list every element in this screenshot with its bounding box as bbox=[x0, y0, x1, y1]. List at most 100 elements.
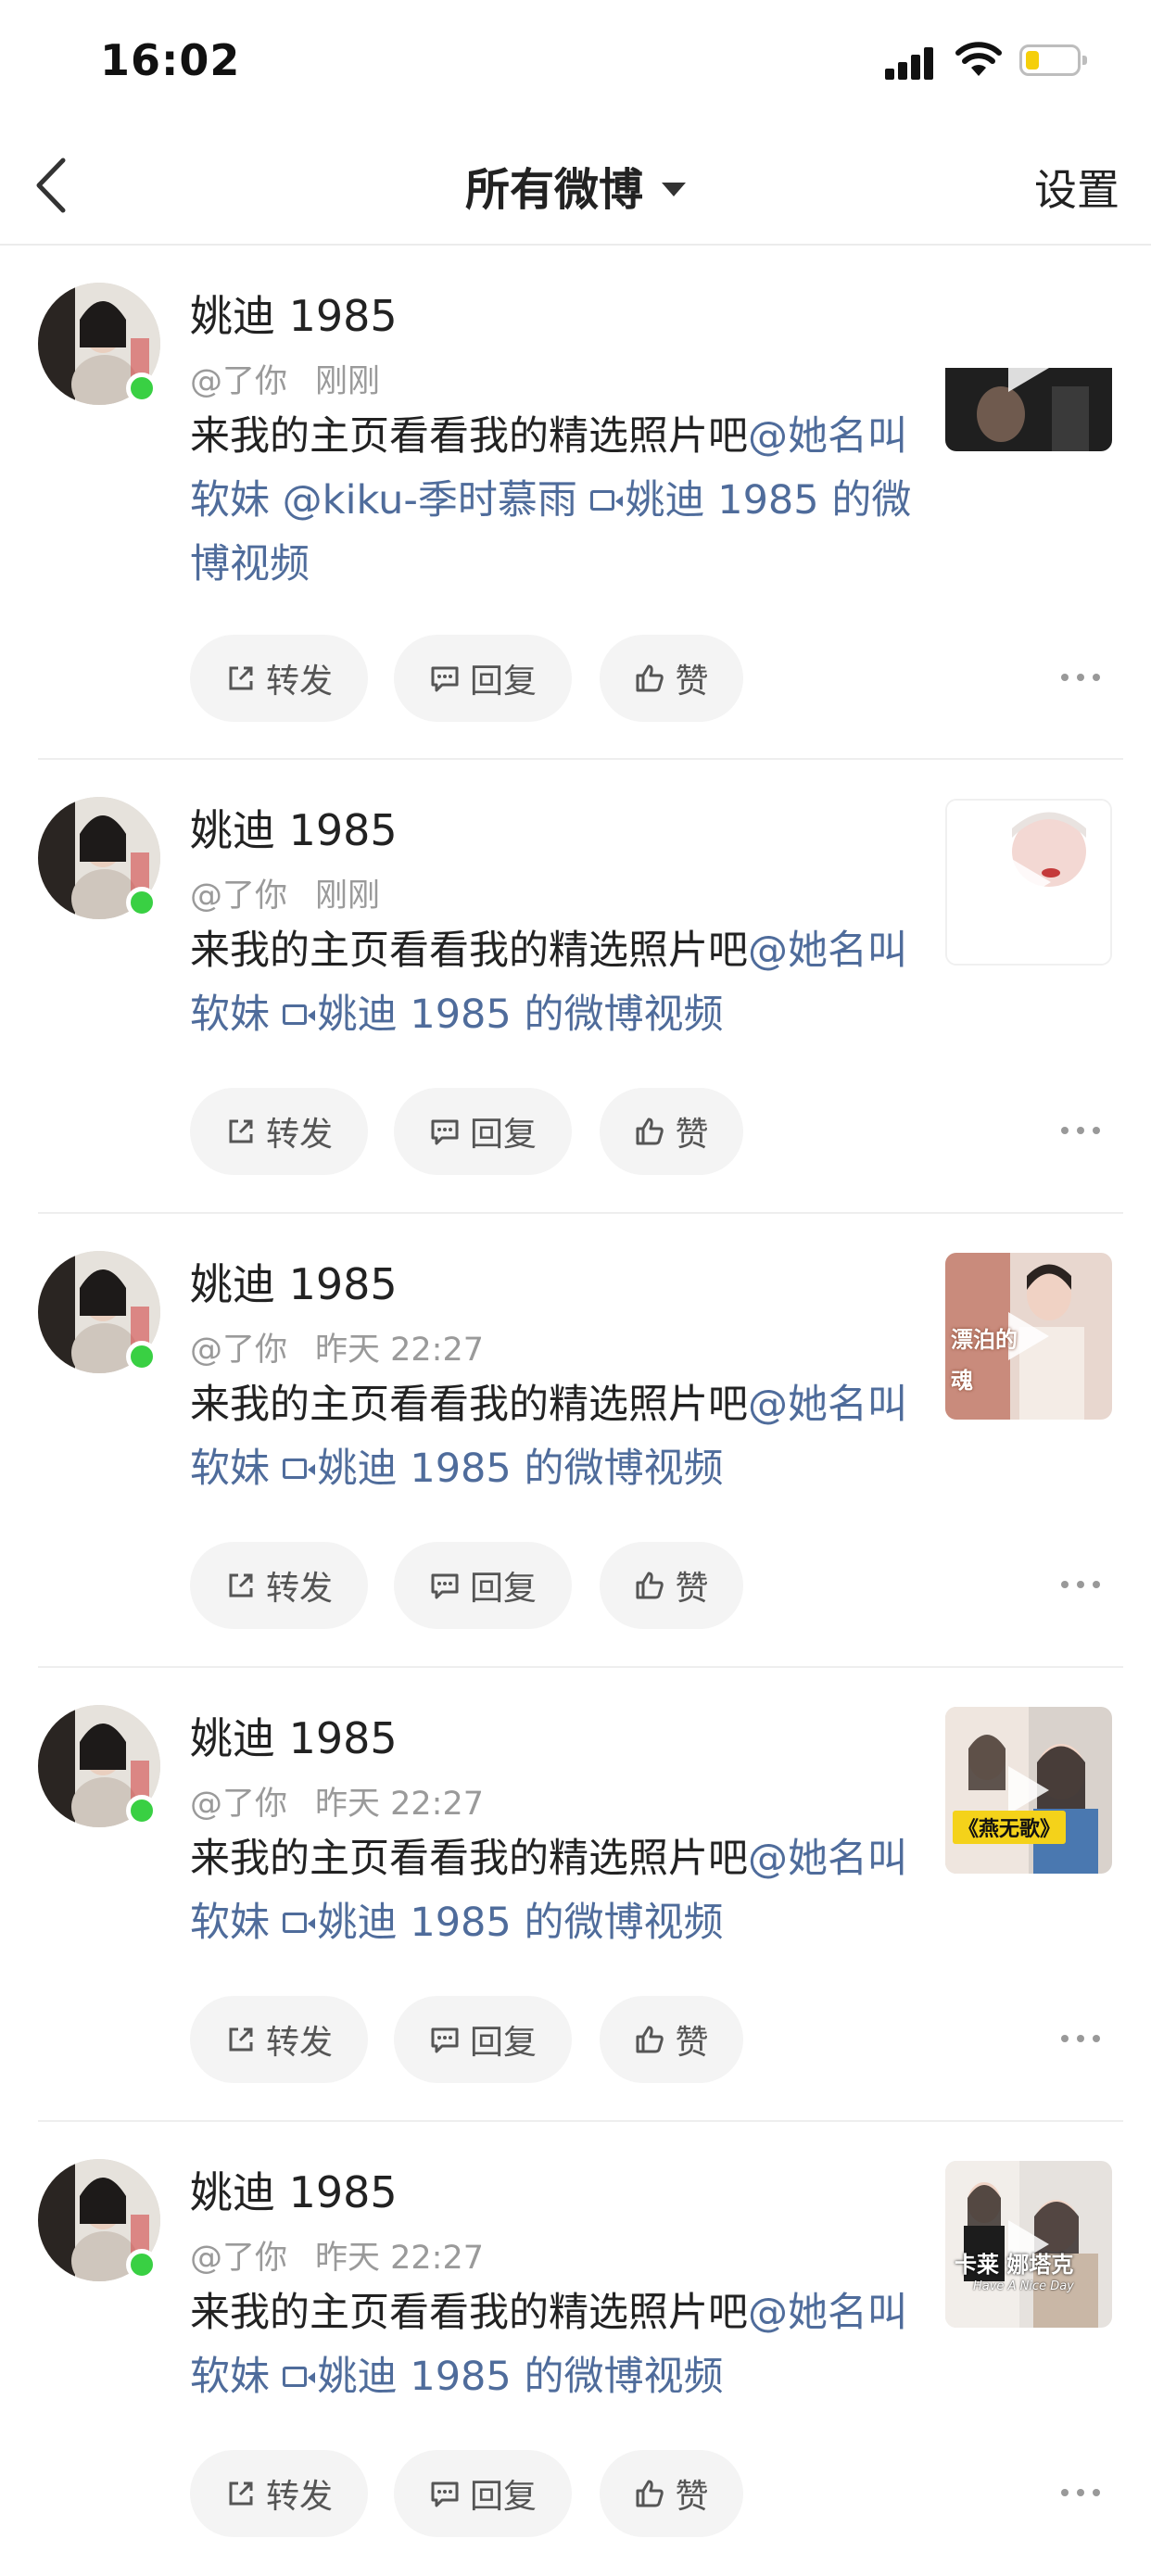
video-link[interactable]: 姚迪 1985 的微博视频 bbox=[282, 2354, 724, 2400]
thumbnail-caption: 漂泊的魂 bbox=[951, 1327, 1018, 1394]
reply-button[interactable]: 回复 bbox=[394, 1542, 572, 1629]
like-label: 赞 bbox=[675, 1116, 709, 1154]
post-time: 刚刚 bbox=[315, 878, 381, 915]
video-camera-icon bbox=[282, 1004, 315, 1025]
repost-label: 转发 bbox=[265, 663, 333, 701]
video-link-label: 姚迪 1985 的微博视频 bbox=[317, 1900, 724, 1946]
play-icon bbox=[1010, 858, 1051, 906]
thumbs-up-icon bbox=[636, 2026, 664, 2053]
video-thumbnail[interactable]: 卡莱 娜塔克 Have A Nice Day bbox=[945, 2161, 1112, 2328]
post-meta: @了你 刚刚 bbox=[190, 869, 380, 916]
more-options-icon[interactable] bbox=[1061, 1118, 1107, 1145]
post-actions: 转发 回复 赞 bbox=[190, 1542, 1117, 1629]
battery-icon bbox=[1019, 44, 1087, 76]
reply-button[interactable]: 回复 bbox=[394, 1996, 572, 2083]
post-author-name[interactable]: 姚迪 1985 bbox=[190, 1251, 398, 1312]
like-button[interactable]: 赞 bbox=[600, 2450, 743, 2537]
video-link-label: 姚迪 1985 的微博视频 bbox=[317, 1446, 724, 1492]
share-icon bbox=[229, 1573, 253, 1597]
video-link[interactable]: 姚迪 1985 的微博视频 bbox=[282, 991, 724, 1038]
repost-button[interactable]: 转发 bbox=[190, 1088, 368, 1175]
comment-icon bbox=[431, 2027, 459, 2053]
mention-tag: @了你 bbox=[190, 1332, 288, 1369]
thumbs-up-icon bbox=[636, 1572, 664, 1599]
like-button[interactable]: 赞 bbox=[600, 1542, 743, 1629]
thumbs-up-icon bbox=[636, 1118, 664, 1145]
repost-button[interactable]: 转发 bbox=[190, 635, 368, 722]
video-thumbnail[interactable]: 《燕无歌》 bbox=[945, 1707, 1112, 1874]
thumbnail-caption: 卡莱 娜塔克 bbox=[955, 2252, 1074, 2278]
post-actions: 转发 回复 赞 bbox=[190, 1088, 1117, 1175]
mention-link[interactable]: @kiku-季时慕雨 bbox=[283, 477, 577, 524]
repost-button[interactable]: 转发 bbox=[190, 1542, 368, 1629]
comment-icon bbox=[431, 666, 459, 692]
post-actions: 转发 回复 赞 bbox=[190, 635, 1117, 722]
reply-button[interactable]: 回复 bbox=[394, 1088, 572, 1175]
share-icon bbox=[229, 2027, 253, 2052]
post-text: 来我的主页看看我的精选照片吧@她名叫软妹 姚迪 1985 的微博视频 bbox=[190, 919, 922, 1047]
video-camera-icon bbox=[282, 1912, 315, 1933]
post-author-name[interactable]: 姚迪 1985 bbox=[190, 797, 398, 858]
play-icon bbox=[1008, 1766, 1049, 1814]
video-thumbnail[interactable]: 漂泊的魂 bbox=[945, 1253, 1112, 1420]
feed-post[interactable]: 姚迪 1985 @了你 昨天 22:27 来我的主页看看我的精选照片吧@她名叫软妹… bbox=[0, 1668, 1151, 2122]
status-bar: 16:02 bbox=[0, 0, 1151, 125]
like-label: 赞 bbox=[675, 663, 709, 701]
mention-tag: @了你 bbox=[190, 878, 288, 915]
post-text: 来我的主页看看我的精选照片吧@她名叫软妹 @kiku-季时慕雨 姚迪 1985 … bbox=[190, 405, 922, 597]
reply-label: 回复 bbox=[469, 1570, 537, 1608]
more-options-icon[interactable] bbox=[1061, 2480, 1107, 2507]
like-label: 赞 bbox=[675, 2478, 709, 2516]
caret-down-icon bbox=[662, 182, 686, 196]
post-text: 来我的主页看看我的精选照片吧@她名叫软妹 姚迪 1985 的微博视频 bbox=[190, 1827, 922, 1955]
video-camera-icon bbox=[282, 1458, 315, 1479]
online-status-dot bbox=[126, 1795, 158, 1826]
video-camera-icon bbox=[282, 2366, 315, 2387]
feed-post[interactable]: 姚迪 1985 @了你 昨天 22:27 来我的主页看看我的精选照片吧@她名叫软妹… bbox=[0, 1214, 1151, 1668]
repost-label: 转发 bbox=[265, 2478, 333, 2516]
more-options-icon[interactable] bbox=[1061, 1572, 1107, 1599]
video-thumbnail[interactable] bbox=[945, 799, 1112, 966]
post-text: 来我的主页看看我的精选照片吧@她名叫软妹 姚迪 1985 的微博视频 bbox=[190, 2281, 922, 2409]
post-text: 来我的主页看看我的精选照片吧@她名叫软妹 姚迪 1985 的微博视频 bbox=[190, 1373, 922, 1501]
reply-button[interactable]: 回复 bbox=[394, 2450, 572, 2537]
wifi-icon bbox=[955, 42, 1002, 76]
nav-title-label: 所有微博 bbox=[464, 164, 643, 216]
like-button[interactable]: 赞 bbox=[600, 1996, 743, 2083]
like-label: 赞 bbox=[675, 1570, 709, 1608]
share-icon bbox=[229, 1119, 253, 1143]
like-button[interactable]: 赞 bbox=[600, 1088, 743, 1175]
like-button[interactable]: 赞 bbox=[600, 635, 743, 722]
video-link-label: 姚迪 1985 的微博视频 bbox=[317, 991, 724, 1038]
repost-label: 转发 bbox=[265, 1570, 333, 1608]
video-link-label: 姚迪 1985 的微博视频 bbox=[317, 2354, 724, 2400]
post-author-name[interactable]: 姚迪 1985 bbox=[190, 283, 398, 344]
online-status-dot bbox=[126, 887, 158, 918]
feed-post[interactable]: 姚迪 1985 @了你 刚刚 来我的主页看看我的精选照片吧@她名叫软妹 姚迪 19… bbox=[0, 760, 1151, 1214]
feed-post[interactable]: 姚迪 1985 @了你 昨天 22:27 来我的主页看看我的精选照片吧@她名叫软妹… bbox=[0, 2122, 1151, 2576]
repost-button[interactable]: 转发 bbox=[190, 1996, 368, 2083]
video-camera-icon bbox=[589, 489, 623, 511]
reply-label: 回复 bbox=[469, 2478, 537, 2516]
like-label: 赞 bbox=[675, 2024, 709, 2062]
comment-icon bbox=[431, 1119, 459, 1145]
thumbs-up-icon bbox=[636, 664, 664, 692]
thumbnail-subcaption: Have A Nice Day bbox=[973, 2279, 1074, 2293]
feed-filter-dropdown[interactable]: 所有微博 bbox=[0, 153, 1151, 218]
online-status-dot bbox=[126, 1341, 158, 1372]
more-options-icon[interactable] bbox=[1061, 664, 1107, 692]
post-author-name[interactable]: 姚迪 1985 bbox=[190, 2159, 398, 2220]
video-link[interactable]: 姚迪 1985 的微博视频 bbox=[282, 1900, 724, 1946]
mention-feed: 姚迪 1985 @了你 刚刚 来我的主页看看我的精选照片吧@她名叫软妹 @kiku… bbox=[0, 246, 1151, 2576]
video-thumbnail[interactable] bbox=[945, 284, 1112, 451]
video-link[interactable]: 姚迪 1985 的微博视频 bbox=[282, 1446, 724, 1492]
online-status-dot bbox=[126, 2249, 158, 2280]
post-author-name[interactable]: 姚迪 1985 bbox=[190, 1705, 398, 1766]
feed-post[interactable]: 姚迪 1985 @了你 刚刚 来我的主页看看我的精选照片吧@她名叫软妹 @kiku… bbox=[0, 246, 1151, 760]
settings-button[interactable]: 设置 bbox=[1034, 157, 1119, 218]
comment-icon bbox=[431, 2481, 459, 2507]
reply-button[interactable]: 回复 bbox=[394, 635, 572, 722]
repost-button[interactable]: 转发 bbox=[190, 2450, 368, 2537]
reply-label: 回复 bbox=[469, 2024, 537, 2062]
more-options-icon[interactable] bbox=[1061, 2026, 1107, 2053]
